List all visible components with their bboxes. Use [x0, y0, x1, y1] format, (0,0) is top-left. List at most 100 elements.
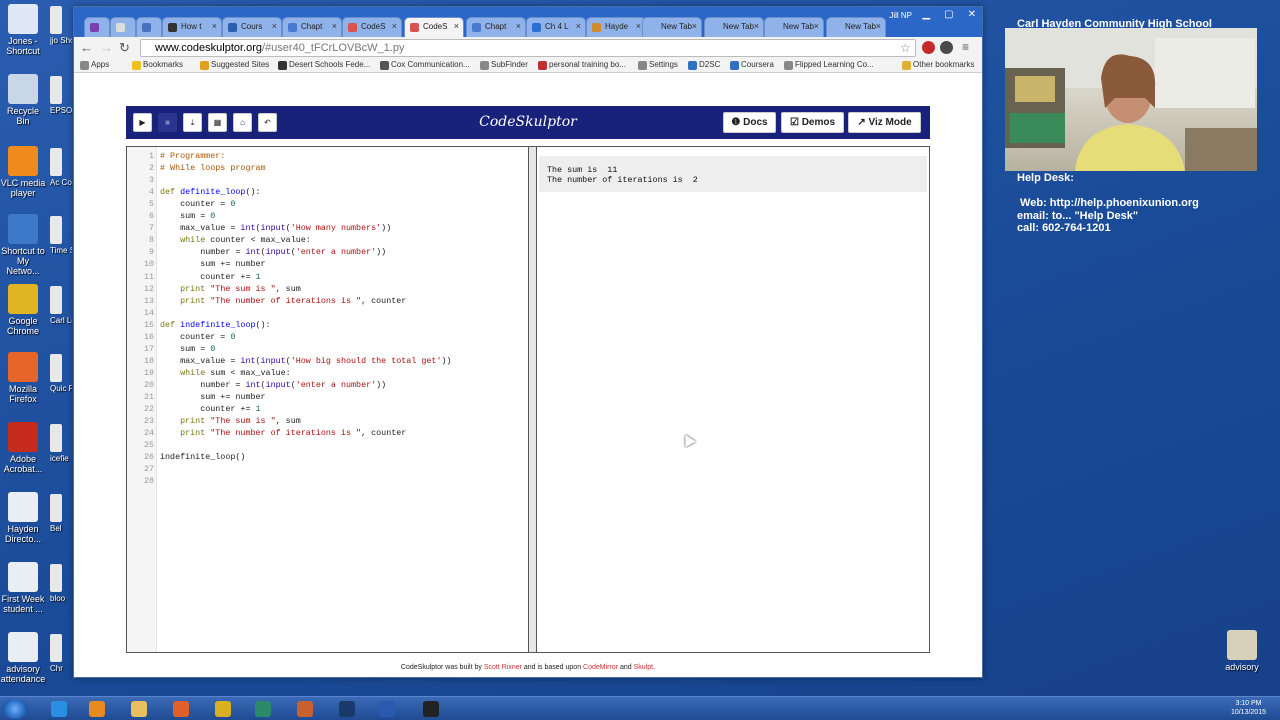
bookmark-item[interactable]: Desert Schools Fede...	[278, 60, 370, 70]
taskbar-app-publisher[interactable]	[248, 699, 278, 719]
browser-tab[interactable]: New Tab ×	[704, 17, 764, 37]
back-arrow-icon[interactable]: ←	[80, 40, 93, 55]
bookmark-item[interactable]: Apps	[80, 60, 109, 70]
desktop-icon[interactable]: Shortcut to My Netwo...	[0, 214, 46, 276]
browser-tab[interactable]: Chapt ×	[466, 17, 526, 37]
bookmark-item[interactable]: Coursera	[730, 60, 774, 70]
browser-tab[interactable]: Chapt ×	[282, 17, 342, 37]
code-line[interactable]: number = int(input('enter a number'))	[160, 247, 386, 257]
code-line[interactable]: sum = 0	[160, 211, 215, 221]
taskbar-app-word[interactable]	[372, 699, 402, 719]
viz-mode-button[interactable]: ↗ Viz Mode	[848, 112, 921, 133]
tab-close-icon[interactable]: ×	[692, 21, 697, 31]
link-scott-rixner[interactable]: Scott Rixner	[484, 664, 522, 671]
tab-close-icon[interactable]: ×	[876, 21, 881, 31]
code-line[interactable]: counter = 0	[160, 332, 235, 342]
bookmark-item[interactable]: Suggested Sites	[200, 60, 269, 70]
maximize-icon[interactable]: ▢	[944, 9, 953, 20]
desktop-icon-advisory[interactable]: advisory	[1219, 630, 1265, 672]
code-line[interactable]: def definite_loop():	[160, 187, 261, 197]
desktop-icon[interactable]: Time Sy	[50, 216, 72, 255]
profile-name[interactable]: Jill NP	[889, 11, 912, 20]
code-line[interactable]: print "The number of iterations is ", co…	[160, 428, 406, 438]
taskbar-app-chrome[interactable]	[208, 699, 238, 719]
taskbar-app-ie[interactable]	[44, 699, 74, 719]
reload-icon[interactable]: ↻	[119, 40, 130, 56]
bookmark-item[interactable]: Settings	[638, 60, 678, 70]
code-line[interactable]: sum += number	[160, 259, 265, 269]
code-editor[interactable]: 1 2 3 4 5 6 7 8 9 10 11 12 13 14 15 16 17 18 19 20 21 22 23 24 2…	[126, 146, 529, 653]
forward-arrow-icon[interactable]: →	[100, 40, 113, 55]
tab-close-icon[interactable]: ×	[212, 21, 217, 31]
browser-tab[interactable]: CodeS ×	[342, 17, 402, 37]
code-line[interactable]: number = int(input('enter a number'))	[160, 380, 386, 390]
bookmark-item[interactable]: Cox Communication...	[380, 60, 470, 70]
menu-icon[interactable]: ≡	[962, 40, 969, 54]
desktop-icon[interactable]: bloo	[50, 564, 72, 603]
tab-close-icon[interactable]: ×	[576, 21, 581, 31]
code-line[interactable]: counter += 1	[160, 272, 260, 282]
demos-button[interactable]: ☑ Demos	[781, 112, 844, 133]
desktop-icon[interactable]: Mozilla Firefox	[0, 352, 46, 404]
bookmark-item[interactable]: Other bookmarks	[902, 60, 974, 70]
code-line[interactable]: print "The number of iterations is ", co…	[160, 296, 406, 306]
browser-tab[interactable]	[110, 17, 136, 37]
docs-button[interactable]: ❶ Docs	[723, 112, 776, 133]
taskbar-app-app[interactable]	[290, 699, 320, 719]
extension-icon[interactable]	[940, 41, 953, 54]
desktop-icon[interactable]: Google Chrome	[0, 284, 46, 336]
code-line[interactable]: print "The sum is ", sum	[160, 284, 301, 294]
code-line[interactable]: counter = 0	[160, 199, 235, 209]
code-line[interactable]: max_value = int(input('How big should th…	[160, 356, 451, 366]
minimize-icon[interactable]: ▁	[922, 9, 930, 20]
desktop-icon[interactable]: Ac Co	[50, 148, 72, 187]
desktop-icon[interactable]: advisory attendance	[0, 632, 46, 684]
bookmark-item[interactable]: personal training bo...	[538, 60, 626, 70]
link-codemirror[interactable]: CodeMirror	[583, 664, 618, 671]
tab-close-icon[interactable]: ×	[454, 21, 459, 31]
code-line[interactable]: print "The sum is ", sum	[160, 416, 301, 426]
browser-tab[interactable]: Ch 4 L ×	[526, 17, 586, 37]
bookmark-item[interactable]: SubFinder	[480, 60, 528, 70]
desktop-icon[interactable]: jjo Sho	[50, 6, 72, 45]
taskbar-app-explorer[interactable]	[124, 699, 154, 719]
code-line[interactable]: sum += number	[160, 392, 265, 402]
browser-tab[interactable]	[136, 17, 162, 37]
tab-close-icon[interactable]: ×	[392, 21, 397, 31]
browser-tab[interactable]: Hayde ×	[586, 17, 646, 37]
desktop-icon[interactable]: VLC media player	[0, 146, 46, 198]
taskbar-app-photoshop[interactable]	[332, 699, 362, 719]
desktop-icon[interactable]: Recycle Bin	[0, 74, 46, 126]
code-line[interactable]: # Programmer:	[160, 151, 225, 161]
address-bar[interactable]: www.codeskulptor.org/#user40_tFCrLOVBcW_…	[140, 39, 916, 57]
desktop-icon[interactable]: icefie	[50, 424, 72, 463]
bookmark-item[interactable]: Bookmarks	[132, 60, 183, 70]
browser-tab[interactable]: CodeS ×	[404, 17, 464, 37]
bookmark-item[interactable]: Flipped Learning Co...	[784, 60, 874, 70]
start-button[interactable]	[2, 699, 28, 719]
desktop-icon[interactable]: Adobe Acrobat...	[0, 422, 46, 474]
pane-splitter[interactable]	[529, 146, 536, 653]
extension-icon[interactable]	[922, 41, 935, 54]
desktop-icon[interactable]: Bel	[50, 494, 72, 533]
desktop-icon[interactable]: Chr	[50, 634, 72, 673]
tab-close-icon[interactable]: ×	[814, 21, 819, 31]
desktop-icon[interactable]: Hayden Directo...	[0, 492, 46, 544]
code-line[interactable]: # While loops program	[160, 163, 266, 173]
code-line[interactable]: indefinite_loop()	[160, 452, 245, 462]
desktop-icon[interactable]: Jones - Shortcut	[0, 4, 46, 56]
browser-tab[interactable]: How t ×	[162, 17, 222, 37]
browser-tab[interactable]	[84, 17, 110, 37]
tab-close-icon[interactable]: ×	[272, 21, 277, 31]
tab-close-icon[interactable]: ×	[636, 21, 641, 31]
taskbar-app-media[interactable]	[82, 699, 112, 719]
code-line[interactable]: def indefinite_loop():	[160, 320, 271, 330]
code-line[interactable]: sum = 0	[160, 344, 215, 354]
tab-close-icon[interactable]: ×	[754, 21, 759, 31]
desktop-icon[interactable]: Quic Pl	[50, 354, 72, 393]
bookmark-item[interactable]: D2SC	[688, 60, 720, 70]
code-line[interactable]: while counter < max_value:	[160, 235, 311, 245]
taskbar-app-obs[interactable]	[416, 699, 446, 719]
taskbar-app-firefox[interactable]	[166, 699, 196, 719]
desktop-icon[interactable]: First Week student ...	[0, 562, 46, 614]
